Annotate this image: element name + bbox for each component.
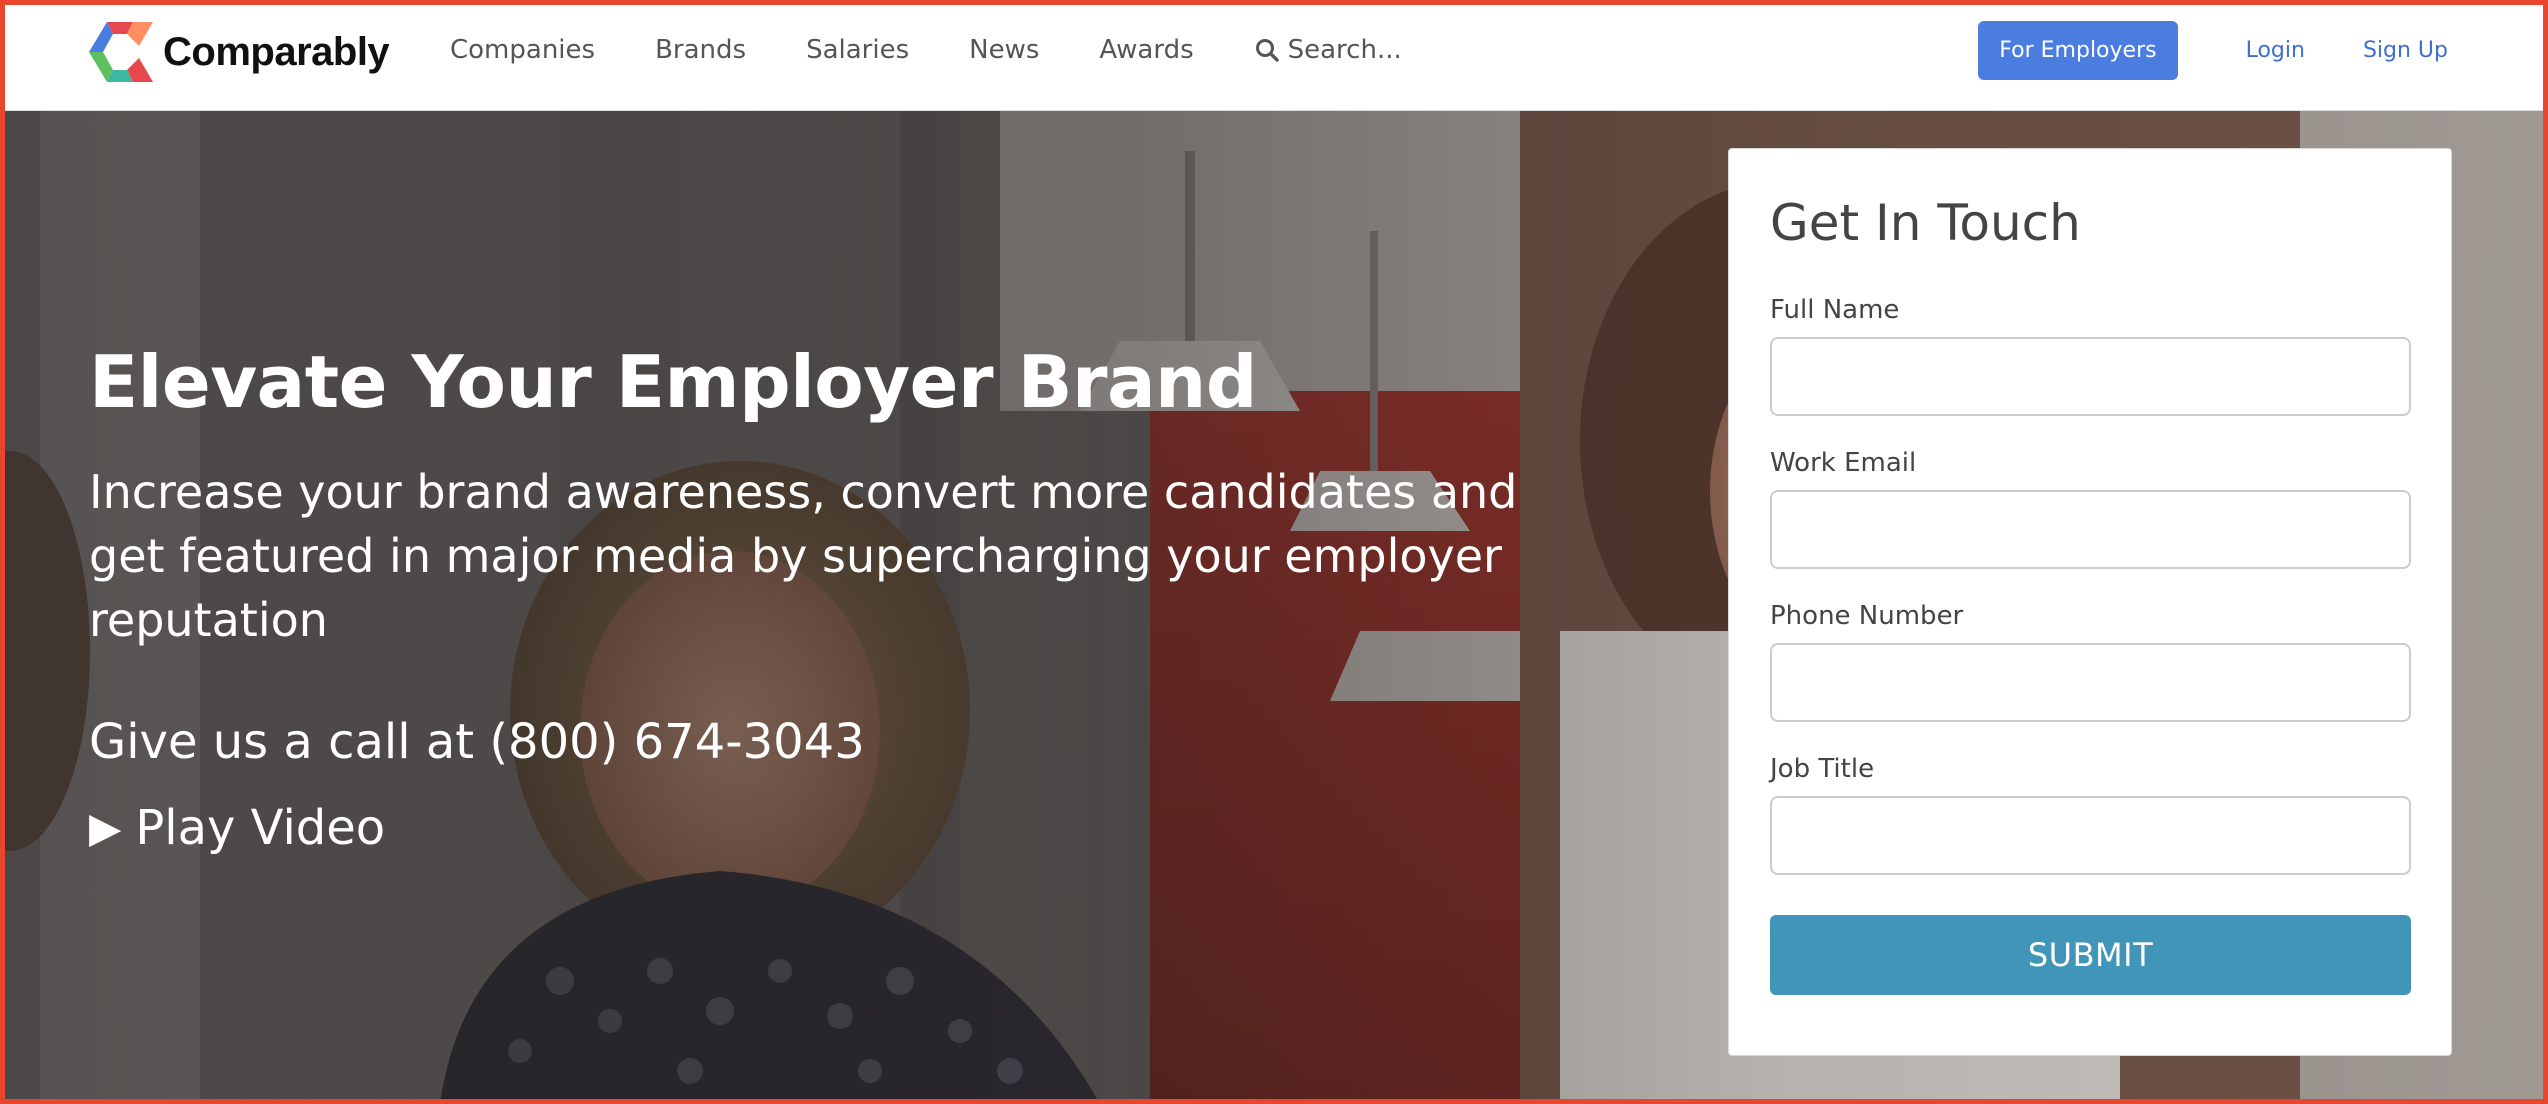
nav-salaries-link[interactable]: Salaries xyxy=(806,35,909,65)
nav-companies-link[interactable]: Companies xyxy=(450,35,595,65)
job-title-input[interactable] xyxy=(1770,796,2411,875)
work-email-label: Work Email xyxy=(1770,448,1917,478)
nav-news-link[interactable]: News xyxy=(969,35,1039,65)
brand-name: Comparably xyxy=(163,29,390,74)
hero-phone: Give us a call at (800) 674-3043 xyxy=(89,712,1569,772)
work-email-field-group: Work Email xyxy=(1770,446,2411,569)
job-title-field-group: Job Title xyxy=(1770,752,2411,875)
brand-logo-link[interactable]: Comparably xyxy=(89,22,390,82)
main-nav: Companies Brands Salaries News Awards Se… xyxy=(450,0,1402,100)
job-title-label: Job Title xyxy=(1770,754,1875,784)
form-heading: Get In Touch xyxy=(1770,194,2081,252)
login-link[interactable]: Login xyxy=(2246,38,2305,63)
hero-copy: Elevate Your Employer Brand Increase you… xyxy=(89,340,1569,858)
full-name-label: Full Name xyxy=(1770,295,1900,325)
search-label: Search... xyxy=(1287,35,1402,65)
phone-number-input[interactable] xyxy=(1770,643,2411,722)
play-icon: ▶ xyxy=(89,803,122,853)
submit-button[interactable]: SUBMIT xyxy=(1770,915,2411,995)
comparably-logo-icon xyxy=(89,22,153,82)
hero-title: Elevate Your Employer Brand xyxy=(89,340,1257,424)
play-video-link[interactable]: ▶ Play Video xyxy=(89,798,385,858)
nav-brands-link[interactable]: Brands xyxy=(655,35,746,65)
nav-search[interactable]: Search... xyxy=(1254,35,1402,65)
phone-prefix: Give us a call at xyxy=(89,714,490,771)
contact-form: Get In Touch Full Name Work Email Phone … xyxy=(1728,148,2452,1056)
full-name-input[interactable] xyxy=(1770,337,2411,416)
play-video-label: Play Video xyxy=(135,800,386,857)
signup-link[interactable]: Sign Up xyxy=(2363,38,2448,63)
search-icon xyxy=(1255,39,1279,62)
work-email-input[interactable] xyxy=(1770,490,2411,569)
for-employers-button[interactable]: For Employers xyxy=(1978,20,2178,80)
phone-number-field-group: Phone Number xyxy=(1770,599,2411,722)
phone-number-link[interactable]: (800) 674-3043 xyxy=(489,714,864,770)
top-navbar: Comparably Companies Brands Salaries New… xyxy=(0,0,2548,111)
full-name-field-group: Full Name xyxy=(1770,293,2411,416)
hero-subtitle: Increase your brand awareness, convert m… xyxy=(89,465,1518,648)
phone-number-label: Phone Number xyxy=(1770,601,1964,631)
nav-awards-link[interactable]: Awards xyxy=(1099,35,1193,65)
nav-actions: For Employers Login Sign Up xyxy=(1978,20,2448,80)
